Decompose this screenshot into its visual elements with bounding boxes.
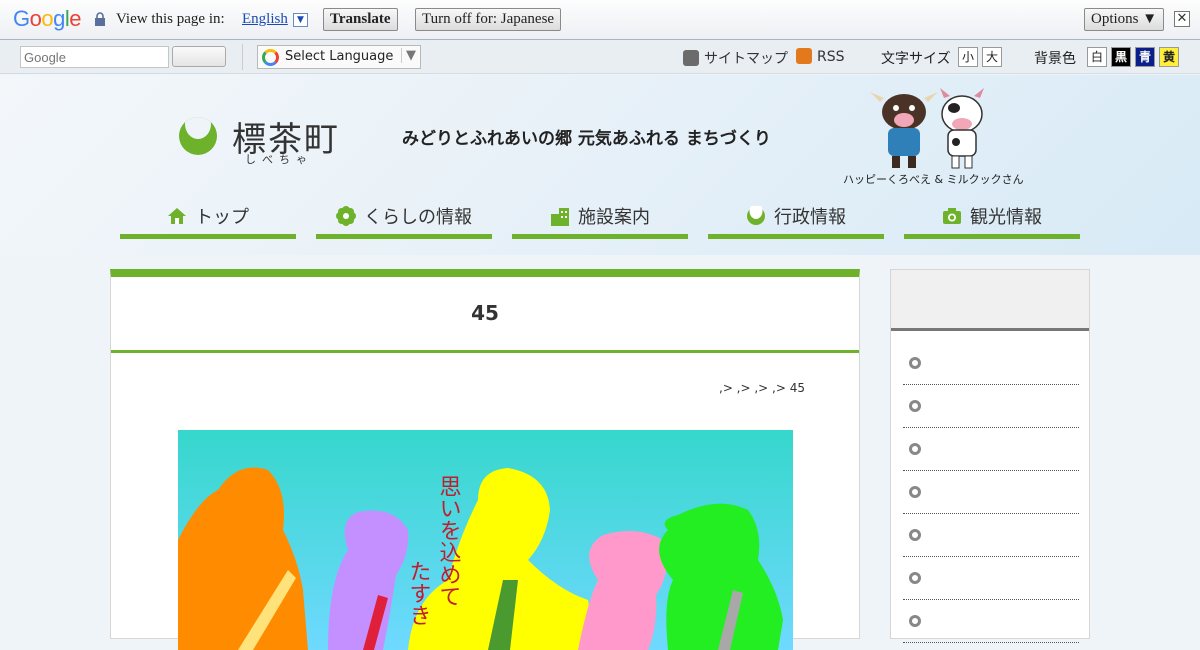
google-g-icon [262,49,279,66]
nav-administration[interactable]: 行政情報 [708,198,884,239]
bullet-icon [909,400,921,412]
sitemap-icon [683,50,699,66]
search-button[interactable] [172,46,226,67]
nav-label: 施設案内 [578,207,650,228]
lock-icon [95,12,105,26]
nav-label: 観光情報 [970,207,1042,228]
options-button[interactable]: Options ▼ [1084,8,1165,31]
bullet-icon [909,615,921,627]
bullet-icon [909,443,921,455]
bg-black-button[interactable]: 黒 [1111,47,1131,67]
town-tagline: みどりとふれあいの郷 元気あふれる まちづくり [402,129,771,149]
sidebar-item[interactable] [903,385,1079,428]
bullet-icon [909,486,921,498]
building-icon [551,208,569,226]
sidebar-item[interactable] [903,557,1079,600]
translate-bar: Google View this page in: English ▼ Tran… [0,0,1200,40]
bg-yellow-button[interactable]: 黄 [1159,47,1179,67]
nav-label: トップ [195,207,249,228]
bg-white-button[interactable]: 白 [1087,47,1107,67]
rss-label: RSS [817,49,845,65]
translate-button[interactable]: Translate [323,8,398,31]
mascot-caption: ハッピーくろべえ & ミルクックさん [843,173,1024,186]
google-logo: Google [13,6,82,31]
sidebar-item[interactable] [903,471,1079,514]
utility-bar: Select Language ▼ サイトマップ RSS 文字サイズ 小 大 背… [0,40,1200,74]
divider [242,44,243,70]
hero-image: 思いを込めて たすき [178,430,793,650]
bg-color-label: 背景色 [1034,51,1076,67]
language-select-label: Select Language [285,49,394,64]
town-logo-icon[interactable] [179,117,217,155]
sidebar-item[interactable] [903,600,1079,643]
nav-living[interactable]: くらしの情報 [316,198,492,239]
translate-prompt: View this page in: [116,11,225,27]
bullet-icon [909,357,921,369]
sitemap-label: サイトマップ [704,51,788,67]
chevron-down-icon: ▼ [401,48,416,63]
nav-label: 行政情報 [774,207,846,228]
bullet-icon [909,529,921,541]
flower-icon [336,206,356,226]
target-language-link[interactable]: English [242,11,288,28]
nav-facilities[interactable]: 施設案内 [512,198,688,239]
page-title: 45 [111,277,859,353]
house-icon [168,208,186,224]
breadcrumb[interactable]: ,> ,> ,> ,> 45 [719,381,805,395]
bullet-icon [909,572,921,584]
sitemap-link[interactable]: サイトマップ [683,48,788,68]
font-size-label: 文字サイズ [881,51,951,67]
main-content: 45 ,> ,> ,> ,> 45 思いを込めて たすき [110,269,860,650]
bg-blue-button[interactable]: 青 [1135,47,1155,67]
town-logo-icon [747,206,765,225]
hero-calligraphy-1: 思いを込めて [436,475,462,607]
rss-icon [796,48,812,64]
font-large-button[interactable]: 大 [982,47,1002,67]
turn-off-button[interactable]: Turn off for: Japanese [415,8,562,31]
chevron-down-icon[interactable]: ▼ [293,13,308,27]
sidebar-item[interactable] [903,342,1079,385]
sidebar-header [891,270,1089,331]
sidebar-item[interactable] [903,428,1079,471]
close-icon[interactable]: ✕ [1174,11,1190,27]
nav-label: くらしの情報 [364,207,472,228]
mascot-illustration [870,88,984,169]
camera-icon [943,208,961,224]
rss-link[interactable]: RSS [796,48,845,65]
language-select[interactable]: Select Language ▼ [257,45,421,69]
town-name-kana: しべちゃ [245,153,313,166]
hero-calligraphy-2: たすき [406,560,431,626]
sidebar [890,269,1090,643]
font-small-button[interactable]: 小 [958,47,978,67]
sidebar-item[interactable] [903,514,1079,557]
search-input[interactable] [20,46,169,68]
nav-tourism[interactable]: 観光情報 [904,198,1080,239]
nav-top[interactable]: トップ [120,198,296,239]
